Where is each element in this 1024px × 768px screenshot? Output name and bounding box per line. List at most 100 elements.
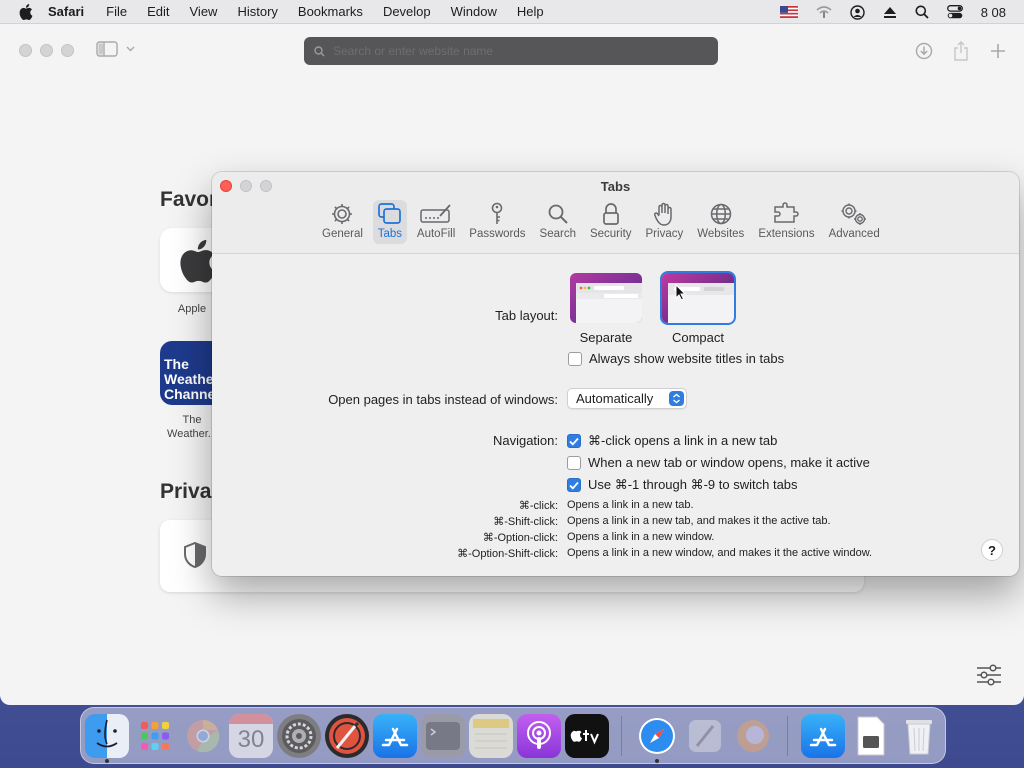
new-tab-icon[interactable] bbox=[987, 40, 1009, 62]
cmd-click-new-tab-option[interactable]: ⌘-click opens a link in a new tab bbox=[567, 433, 777, 449]
always-show-titles-option[interactable]: Always show website titles in tabs bbox=[568, 351, 784, 366]
us-flag-icon[interactable] bbox=[779, 6, 798, 18]
app-store-icon bbox=[809, 727, 837, 747]
apple-menu-icon[interactable] bbox=[18, 3, 38, 20]
safari-toolbar bbox=[0, 24, 1024, 76]
podcasts-icon bbox=[527, 721, 551, 749]
eject-icon[interactable] bbox=[883, 6, 897, 19]
dock-calendar[interactable]: 30 bbox=[229, 714, 273, 758]
control-center-icon[interactable] bbox=[946, 5, 963, 19]
always-show-titles-checkbox[interactable] bbox=[568, 351, 582, 366]
dock-separator bbox=[621, 716, 622, 756]
preferences-window: Tabs General Tabs AutoFill Passwords Sea… bbox=[212, 172, 1019, 576]
menu-bar: Safari File Edit View History Bookmarks … bbox=[0, 0, 1024, 24]
trash-icon bbox=[906, 720, 932, 755]
menu-view[interactable]: View bbox=[190, 4, 218, 19]
menu-app-safari[interactable]: Safari bbox=[48, 4, 84, 19]
network-icon[interactable] bbox=[816, 5, 832, 19]
dock-trash[interactable] bbox=[897, 714, 941, 758]
preferences-titlebar: Tabs General Tabs AutoFill Passwords Sea… bbox=[212, 172, 1019, 254]
tab-privacy[interactable]: Privacy bbox=[642, 200, 688, 244]
menu-edit[interactable]: Edit bbox=[147, 4, 169, 19]
dock-terminal[interactable] bbox=[421, 714, 465, 758]
apple-tv-icon bbox=[570, 730, 599, 745]
dock-instruments[interactable] bbox=[325, 714, 369, 758]
safari-compass-icon bbox=[639, 718, 675, 754]
shortcut-key-cmd-option-click: ⌘-Option-click: bbox=[482, 532, 558, 544]
address-bar[interactable] bbox=[304, 37, 718, 65]
tab-autofill[interactable]: AutoFill bbox=[413, 200, 459, 244]
tab-label-autofill: AutoFill bbox=[416, 228, 456, 240]
finder-icon bbox=[96, 719, 118, 748]
dock-app-store[interactable] bbox=[373, 714, 417, 758]
cmd-click-new-tab-label: ⌘-click opens a link in a new tab bbox=[588, 433, 778, 448]
menu-help[interactable]: Help bbox=[517, 4, 544, 19]
dock-finder[interactable] bbox=[85, 714, 129, 758]
preferences-tab-bar: General Tabs AutoFill Passwords Search S… bbox=[318, 200, 890, 246]
zoom-window-button[interactable] bbox=[61, 44, 74, 57]
shortcut-desc-cmd-option-shift-click: Opens a link in a new window, and makes … bbox=[567, 547, 873, 559]
menu-history[interactable]: History bbox=[237, 4, 277, 19]
dock-firefox[interactable] bbox=[731, 714, 775, 758]
shield-icon bbox=[184, 542, 206, 568]
dock-launchpad[interactable] bbox=[133, 714, 177, 758]
make-active-checkbox[interactable] bbox=[567, 455, 581, 470]
menubar-clock[interactable]: 8 08 bbox=[981, 5, 1006, 20]
search-icon bbox=[314, 45, 325, 57]
help-button[interactable]: ? bbox=[981, 539, 1003, 561]
close-window-button[interactable] bbox=[19, 44, 32, 57]
dock-notes[interactable] bbox=[469, 714, 513, 758]
cmd-number-switch-tabs-option[interactable]: Use ⌘-1 through ⌘-9 to switch tabs bbox=[567, 477, 798, 493]
tab-label-websites: Websites bbox=[697, 228, 745, 240]
dock-script-editor[interactable] bbox=[683, 714, 727, 758]
menu-bookmarks[interactable]: Bookmarks bbox=[298, 4, 363, 19]
spotlight-search-icon[interactable] bbox=[915, 5, 929, 19]
hand-icon bbox=[654, 202, 673, 226]
dock-chrome[interactable] bbox=[181, 714, 225, 758]
open-pages-value: Automatically bbox=[576, 391, 654, 406]
menu-develop[interactable]: Develop bbox=[383, 4, 431, 19]
privacy-report-heading: Priva bbox=[160, 480, 212, 503]
address-input[interactable] bbox=[333, 44, 693, 58]
sidebar-icon bbox=[96, 41, 118, 57]
tab-tabs[interactable]: Tabs bbox=[372, 200, 407, 244]
dock-running-indicator bbox=[655, 759, 659, 763]
open-pages-select[interactable]: Automatically bbox=[567, 388, 687, 409]
dock-podcasts[interactable] bbox=[517, 714, 561, 758]
menu-file[interactable]: File bbox=[106, 4, 127, 19]
customize-start-page-icon[interactable] bbox=[976, 664, 1002, 691]
tab-passwords[interactable]: Passwords bbox=[465, 200, 529, 244]
menu-window[interactable]: Window bbox=[451, 4, 497, 19]
dock-safari[interactable] bbox=[635, 714, 679, 758]
sidebar-toggle-button[interactable] bbox=[96, 41, 135, 57]
tab-security[interactable]: Security bbox=[586, 200, 636, 244]
tab-layout-compact-option[interactable] bbox=[662, 273, 734, 323]
tab-advanced[interactable]: Advanced bbox=[825, 200, 884, 244]
dock-app-store-beta[interactable] bbox=[801, 714, 845, 758]
calendar-day-number: 30 bbox=[237, 726, 265, 753]
cmd-click-new-tab-checkbox[interactable] bbox=[567, 434, 581, 448]
make-active-option[interactable]: When a new tab or window opens, make it … bbox=[567, 455, 870, 470]
terminal-icon bbox=[426, 722, 460, 750]
tab-general[interactable]: General bbox=[318, 200, 367, 244]
tab-layout-separate-option[interactable] bbox=[570, 273, 642, 323]
cmd-number-switch-tabs-checkbox[interactable] bbox=[567, 478, 581, 492]
dock-system-preferences[interactable] bbox=[277, 714, 321, 758]
dock-apple-tv[interactable] bbox=[565, 714, 609, 758]
dock-preview[interactable] bbox=[849, 714, 893, 758]
tab-extensions[interactable]: Extensions bbox=[754, 200, 818, 244]
share-icon[interactable] bbox=[950, 40, 972, 62]
tab-label-tabs: Tabs bbox=[377, 228, 403, 240]
tab-layout-separate-label: Separate bbox=[579, 330, 633, 345]
checkmark-icon bbox=[569, 481, 579, 490]
tab-search[interactable]: Search bbox=[536, 200, 580, 244]
user-account-icon[interactable] bbox=[849, 4, 865, 20]
minimize-window-button[interactable] bbox=[40, 44, 53, 57]
tab-label-general: General bbox=[322, 228, 363, 240]
tabs-icon bbox=[378, 203, 401, 224]
status-area: 8 08 bbox=[779, 0, 1024, 24]
downloads-icon[interactable] bbox=[913, 40, 935, 62]
launchpad-grid-icon bbox=[141, 722, 169, 750]
always-show-titles-label: Always show website titles in tabs bbox=[589, 351, 785, 366]
tab-websites[interactable]: Websites bbox=[693, 200, 748, 244]
